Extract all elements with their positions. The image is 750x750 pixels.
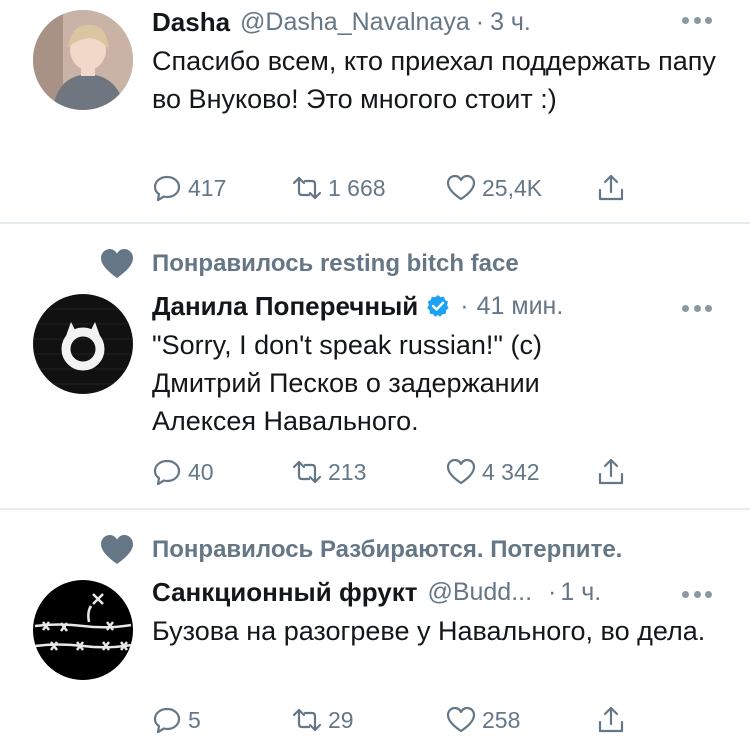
share-button[interactable] bbox=[596, 454, 626, 490]
tweet-actions: 5 29 258 bbox=[152, 702, 642, 738]
reply-icon bbox=[153, 459, 181, 486]
tweet[interactable]: Понравилось Разбираются. Потерпите. Санк… bbox=[0, 510, 750, 750]
like-icon bbox=[446, 706, 476, 733]
more-options-icon[interactable] bbox=[682, 590, 712, 598]
tweet-text: "Sorry, I don't speak russian!" (c) Дмит… bbox=[152, 330, 542, 436]
avatar[interactable] bbox=[33, 580, 133, 680]
more-options-icon[interactable] bbox=[682, 16, 712, 24]
tweet-actions: 417 1 668 25,4K bbox=[152, 170, 642, 206]
retweet-button[interactable]: 29 bbox=[292, 702, 354, 738]
share-icon bbox=[598, 458, 624, 485]
retweet-count: 213 bbox=[328, 458, 367, 485]
more-options-icon[interactable] bbox=[682, 304, 712, 312]
social-context-text: Понравилось resting bitch face bbox=[152, 250, 519, 277]
reply-icon bbox=[153, 707, 181, 734]
author-handle[interactable]: @Budd... bbox=[427, 578, 532, 607]
tweet-text: Спасибо всем, кто приехал поддержать пап… bbox=[152, 46, 716, 114]
author-name[interactable]: Санкционный фрукт bbox=[152, 577, 417, 608]
heart-icon bbox=[101, 249, 133, 278]
heart-icon bbox=[101, 535, 133, 564]
share-icon bbox=[598, 174, 624, 201]
like-icon bbox=[446, 458, 476, 485]
retweet-icon bbox=[292, 460, 322, 484]
like-count: 25,4K bbox=[482, 174, 543, 201]
like-icon bbox=[446, 174, 476, 201]
reply-button[interactable]: 40 bbox=[152, 454, 214, 490]
separator-dot: · bbox=[475, 7, 485, 36]
social-context-text: Понравилось Разбираются. Потерпите. bbox=[152, 536, 623, 563]
retweet-button[interactable]: 1 668 bbox=[292, 170, 386, 206]
retweet-icon bbox=[292, 708, 322, 732]
tweet-actions: 40 213 4 342 bbox=[152, 454, 642, 490]
share-button[interactable] bbox=[596, 170, 626, 206]
social-context: Понравилось resting bitch face bbox=[100, 248, 519, 280]
retweet-count: 29 bbox=[328, 706, 354, 733]
author-handle[interactable]: @Dasha_Navalnaya bbox=[240, 8, 470, 37]
like-count: 258 bbox=[482, 706, 521, 733]
reply-button[interactable]: 417 bbox=[152, 170, 226, 206]
verified-badge-icon bbox=[427, 295, 449, 317]
retweet-count: 1 668 bbox=[328, 174, 386, 201]
avatar[interactable] bbox=[33, 294, 133, 394]
like-button[interactable]: 4 342 bbox=[446, 454, 540, 490]
author-name[interactable]: Dasha bbox=[152, 7, 230, 38]
tweet-header: Dasha @Dasha_Navalnaya · 3 ч. bbox=[152, 6, 531, 38]
share-icon bbox=[598, 706, 624, 733]
retweet-icon bbox=[292, 176, 322, 200]
reply-button[interactable]: 5 bbox=[152, 702, 201, 738]
author-name[interactable]: Данила Поперечный bbox=[152, 291, 418, 322]
separator-dot: · bbox=[548, 577, 557, 606]
reply-count: 417 bbox=[188, 174, 227, 201]
timestamp[interactable]: 1 ч. bbox=[560, 578, 601, 607]
tweet[interactable]: Понравилось resting bitch face Данила По… bbox=[0, 224, 750, 508]
retweet-button[interactable]: 213 bbox=[292, 454, 366, 490]
reply-count: 40 bbox=[188, 458, 214, 485]
tweet-header: Санкционный фрукт @Budd... · 1 ч. bbox=[152, 576, 601, 608]
timestamp[interactable]: 41 мин. bbox=[477, 292, 564, 321]
separator-dot: · bbox=[460, 291, 469, 320]
like-count: 4 342 bbox=[482, 458, 540, 485]
reply-icon bbox=[153, 175, 181, 202]
share-button[interactable] bbox=[596, 702, 626, 738]
tweet[interactable]: Dasha @Dasha_Navalnaya · 3 ч. Спасибо вс… bbox=[0, 0, 750, 222]
reply-count: 5 bbox=[188, 706, 201, 733]
tweet-header: Данила Поперечный · 41 мин. bbox=[152, 290, 563, 322]
tweet-text: Бузова на разогреве у Навального, во дел… bbox=[152, 616, 706, 646]
timestamp[interactable]: 3 ч. bbox=[490, 8, 531, 37]
like-button[interactable]: 258 bbox=[446, 702, 520, 738]
avatar[interactable] bbox=[33, 10, 133, 110]
social-context: Понравилось Разбираются. Потерпите. bbox=[100, 534, 622, 566]
like-button[interactable]: 25,4K bbox=[446, 170, 542, 206]
